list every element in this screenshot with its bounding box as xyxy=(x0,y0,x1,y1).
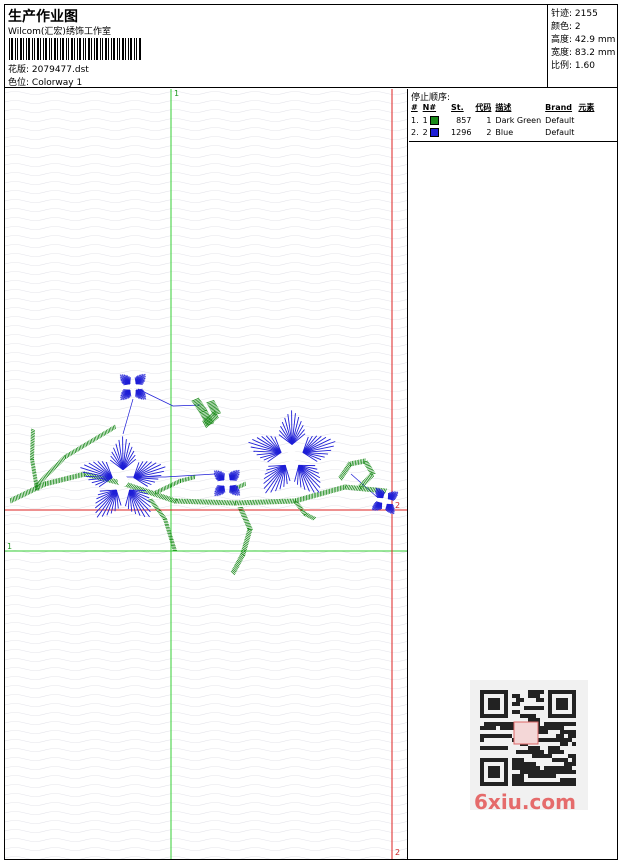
guide-red-right-label: 2 xyxy=(395,501,401,510)
col-brand[interactable]: Brand xyxy=(544,101,577,114)
stop-sequence-header: 停止顺序: # N# St. 代码 描述 Brand 元素 1. 1 857 1… xyxy=(409,89,617,142)
fabric-background xyxy=(5,89,407,859)
stats-box: 针迹: 2155 颜色: 2 高度: 42.9 mm 宽度: 83.2 mm 比… xyxy=(547,4,618,88)
col-code[interactable]: 代码 xyxy=(474,101,494,114)
company-name: Wilcom(汇宏)绣饰工作室 xyxy=(8,27,111,37)
color-swatch-green xyxy=(430,115,440,125)
col-description[interactable]: 描述 xyxy=(494,101,544,114)
col-index[interactable]: # xyxy=(410,101,422,114)
col-elements[interactable]: 元素 xyxy=(577,101,597,114)
col-number[interactable]: N# xyxy=(422,101,450,114)
stop-sequence-table: # N# St. 代码 描述 Brand 元素 1. 1 857 1 Dark … xyxy=(410,101,597,138)
design-canvas[interactable]: 1 1 2 2 xyxy=(5,89,408,859)
barcode xyxy=(9,38,141,60)
colorway-info: 色位: Colorway 1 xyxy=(8,75,82,88)
guide-red-bottom-label: 2 xyxy=(395,848,401,857)
colorway-value: Colorway 1 xyxy=(31,78,83,88)
stat-scale: 比例: 1.60 xyxy=(551,61,595,71)
pattern-info: 花版: 2079477.dst xyxy=(8,62,89,75)
stat-height: 高度: 42.9 mm xyxy=(551,35,616,45)
pattern-label: 花版: xyxy=(8,65,30,75)
guide-green-top-label: 1 xyxy=(174,89,180,98)
page-title: 生产作业图 xyxy=(8,9,78,25)
stat-width: 宽度: 83.2 mm xyxy=(551,48,616,58)
stat-stitches: 针迹: 2155 xyxy=(551,9,598,19)
stat-colors: 颜色: 2 xyxy=(551,22,581,32)
pattern-value: 2079477.dst xyxy=(31,65,89,75)
table-row[interactable]: 2. 2 1296 2 Blue Default xyxy=(410,126,597,138)
header: 生产作业图 Wilcom(汇宏)绣饰工作室 花版: 2079477.dst 色位… xyxy=(4,4,618,88)
col-stitches[interactable]: St. xyxy=(450,101,474,114)
watermark-text: 6xiu.com xyxy=(474,790,576,814)
design-svg xyxy=(5,89,407,859)
colorway-label: 色位: xyxy=(8,78,30,88)
table-header-row: # N# St. 代码 描述 Brand 元素 xyxy=(410,101,597,114)
table-row[interactable]: 1. 1 857 1 Dark Green Default xyxy=(410,114,597,126)
color-swatch-blue xyxy=(430,127,440,137)
guide-green-left-label: 1 xyxy=(7,542,13,551)
